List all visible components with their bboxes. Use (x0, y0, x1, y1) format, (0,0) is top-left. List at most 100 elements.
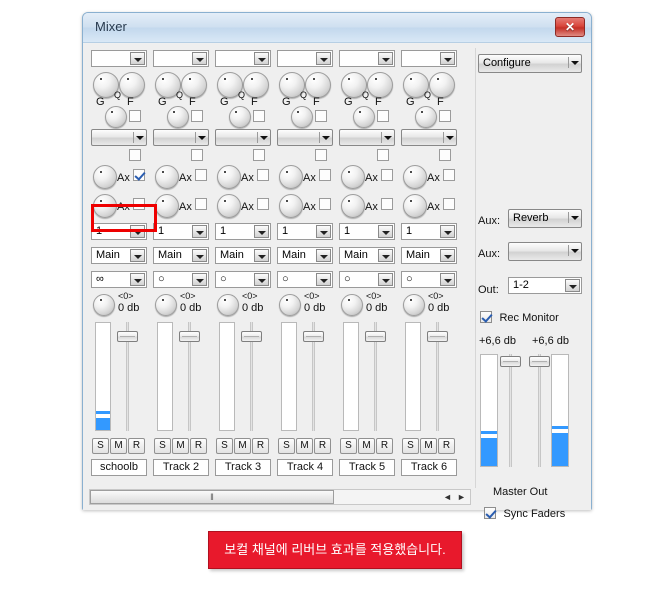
rec-monitor-checkbox[interactable] (480, 311, 492, 323)
eq-q-knob[interactable] (229, 106, 251, 128)
rec-button[interactable]: R (190, 438, 207, 454)
eq-enable-checkbox[interactable] (191, 110, 203, 122)
aux-send2-checkbox[interactable] (381, 198, 393, 210)
eq-freq-knob[interactable] (429, 72, 455, 98)
sync-faders-row[interactable]: Sync Faders (484, 506, 565, 524)
aux-send1-knob[interactable] (403, 165, 427, 189)
aux-send2-checkbox[interactable] (319, 198, 331, 210)
scroll-right-arrow-icon[interactable]: ► (455, 491, 468, 504)
output-select[interactable]: Main (277, 247, 333, 264)
aux-send1-knob[interactable] (93, 165, 117, 189)
aux-send2-knob[interactable] (403, 194, 427, 218)
aux-send2-checkbox[interactable] (133, 198, 145, 210)
pan-select[interactable]: ○ (153, 271, 209, 288)
pan-select[interactable]: ○ (215, 271, 271, 288)
pan-knob[interactable] (217, 294, 239, 316)
plugin-enable-checkbox[interactable] (439, 149, 451, 161)
input-select[interactable]: 1 (215, 223, 271, 240)
aux-send1-checkbox[interactable] (133, 169, 145, 181)
aux-send1-knob[interactable] (279, 165, 303, 189)
rec-button[interactable]: R (438, 438, 455, 454)
mute-button[interactable]: M (110, 438, 127, 454)
aux2-select[interactable] (508, 242, 582, 261)
eq-freq-knob[interactable] (181, 72, 207, 98)
mute-button[interactable]: M (358, 438, 375, 454)
solo-button[interactable]: S (216, 438, 233, 454)
input-select[interactable]: 1 (91, 223, 147, 240)
aux-send2-knob[interactable] (217, 194, 241, 218)
eq-q-knob[interactable] (105, 106, 127, 128)
plugin-select[interactable] (277, 129, 333, 146)
eq-freq-knob[interactable] (243, 72, 269, 98)
input-select[interactable]: 1 (153, 223, 209, 240)
aux-send1-checkbox[interactable] (381, 169, 393, 181)
track-name-field[interactable]: schoolb (91, 459, 147, 476)
channel-select[interactable] (215, 50, 271, 67)
eq-enable-checkbox[interactable] (315, 110, 327, 122)
input-select[interactable]: 1 (277, 223, 333, 240)
plugin-enable-checkbox[interactable] (315, 149, 327, 161)
channel-select[interactable] (153, 50, 209, 67)
mute-button[interactable]: M (234, 438, 251, 454)
output-select[interactable]: Main (215, 247, 271, 264)
track-name-field[interactable]: Track 6 (401, 459, 457, 476)
aux-send2-knob[interactable] (341, 194, 365, 218)
output-select[interactable]: Main (91, 247, 147, 264)
horizontal-scrollbar[interactable]: ‖ ◄ ► (89, 489, 471, 505)
pan-knob[interactable] (279, 294, 301, 316)
track-name-field[interactable]: Track 5 (339, 459, 395, 476)
pan-select[interactable]: ○ (401, 271, 457, 288)
pan-select[interactable]: ○ (339, 271, 395, 288)
aux-send2-knob[interactable] (155, 194, 179, 218)
master-fader-slot-left[interactable] (509, 354, 512, 467)
channel-select[interactable] (339, 50, 395, 67)
eq-q-knob[interactable] (353, 106, 375, 128)
aux-send2-checkbox[interactable] (195, 198, 207, 210)
aux-send2-knob[interactable] (279, 194, 303, 218)
channel-fader-thumb[interactable] (427, 331, 448, 342)
channel-fader-thumb[interactable] (365, 331, 386, 342)
pan-knob[interactable] (155, 294, 177, 316)
solo-button[interactable]: S (154, 438, 171, 454)
solo-button[interactable]: S (92, 438, 109, 454)
pan-knob[interactable] (403, 294, 425, 316)
rec-button[interactable]: R (314, 438, 331, 454)
eq-enable-checkbox[interactable] (439, 110, 451, 122)
aux-send1-checkbox[interactable] (195, 169, 207, 181)
mute-button[interactable]: M (420, 438, 437, 454)
aux-send1-checkbox[interactable] (319, 169, 331, 181)
eq-freq-knob[interactable] (367, 72, 393, 98)
eq-enable-checkbox[interactable] (253, 110, 265, 122)
eq-q-knob[interactable] (167, 106, 189, 128)
solo-button[interactable]: S (278, 438, 295, 454)
aux-send1-knob[interactable] (217, 165, 241, 189)
pan-select[interactable]: ○ (277, 271, 333, 288)
output-select[interactable]: Main (153, 247, 209, 264)
window-titlebar[interactable]: Mixer ✕ (83, 13, 591, 43)
plugin-enable-checkbox[interactable] (129, 149, 141, 161)
track-name-field[interactable]: Track 2 (153, 459, 209, 476)
aux-send2-checkbox[interactable] (257, 198, 269, 210)
eq-freq-knob[interactable] (305, 72, 331, 98)
scroll-left-arrow-icon[interactable]: ◄ (441, 491, 454, 504)
input-select[interactable]: 1 (401, 223, 457, 240)
rec-button[interactable]: R (376, 438, 393, 454)
scrollbar-thumb[interactable]: ‖ (90, 490, 334, 504)
pan-knob[interactable] (341, 294, 363, 316)
close-icon[interactable]: ✕ (555, 17, 585, 37)
aux-send1-knob[interactable] (155, 165, 179, 189)
plugin-select[interactable] (91, 129, 147, 146)
channel-fader-thumb[interactable] (303, 331, 324, 342)
channel-fader-thumb[interactable] (241, 331, 262, 342)
master-fader-thumb-right[interactable] (529, 356, 550, 367)
plugin-select[interactable] (339, 129, 395, 146)
track-name-field[interactable]: Track 4 (277, 459, 333, 476)
eq-enable-checkbox[interactable] (377, 110, 389, 122)
plugin-enable-checkbox[interactable] (191, 149, 203, 161)
track-name-field[interactable]: Track 3 (215, 459, 271, 476)
out-select[interactable]: 1-2 (508, 277, 582, 294)
plugin-select[interactable] (401, 129, 457, 146)
aux-send1-checkbox[interactable] (443, 169, 455, 181)
eq-q-knob[interactable] (291, 106, 313, 128)
channel-fader-thumb[interactable] (117, 331, 138, 342)
